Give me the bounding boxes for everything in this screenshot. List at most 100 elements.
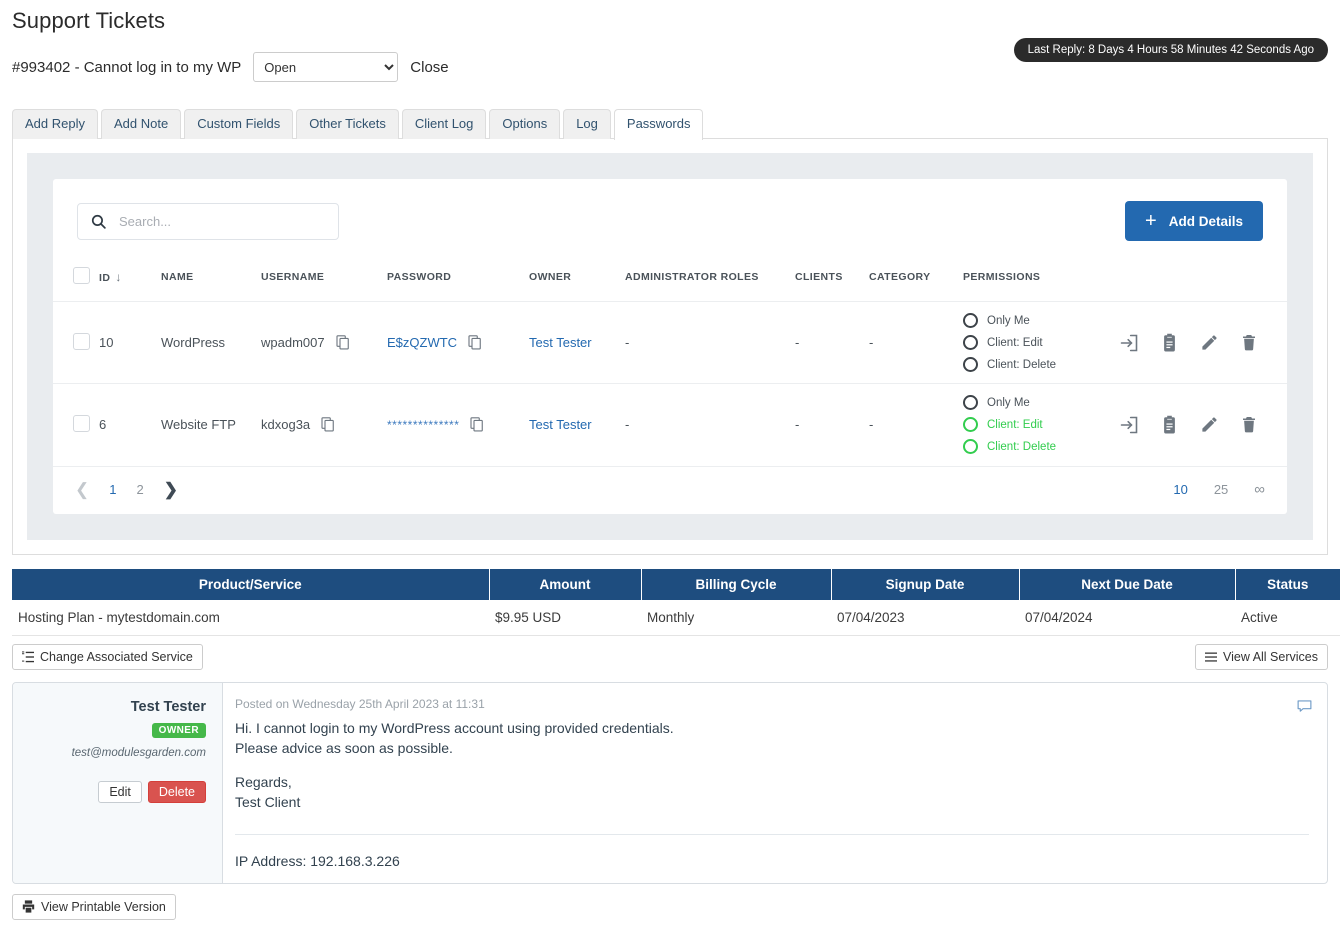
service-header-status: Status xyxy=(1235,568,1340,600)
select-all-checkbox[interactable] xyxy=(73,267,90,284)
header-category[interactable]: CATEGORY xyxy=(865,251,959,302)
header-clients[interactable]: CLIENTS xyxy=(791,251,865,302)
close-ticket-link[interactable]: Close xyxy=(410,59,448,76)
edit-message-button[interactable]: Edit xyxy=(98,780,142,803)
header-administrator-roles[interactable]: ADMINISTRATOR ROLES xyxy=(621,251,791,302)
login-icon[interactable] xyxy=(1119,415,1139,435)
password-value[interactable]: E$zQZWTC xyxy=(387,335,457,350)
copy-username-icon[interactable] xyxy=(321,417,335,432)
page-title: Support Tickets xyxy=(12,8,166,33)
permission-client-edit[interactable]: Client: Edit xyxy=(963,335,1111,350)
search-input[interactable] xyxy=(117,212,326,230)
permission-label: Client: Edit xyxy=(987,418,1043,431)
service-header-signup-date: Signup Date xyxy=(831,568,1020,600)
username-value: wpadm007 xyxy=(261,335,325,350)
permission-only-me[interactable]: Only Me xyxy=(963,313,1111,328)
tab-log[interactable]: Log xyxy=(563,109,611,139)
permission-label: Client: Edit xyxy=(987,336,1043,349)
permission-label: Client: Delete xyxy=(987,358,1057,371)
view-printable-version-label: View Printable Version xyxy=(41,899,166,914)
cell-actions xyxy=(1115,383,1287,466)
cell-id: 10 xyxy=(95,301,157,384)
copy-username-icon[interactable] xyxy=(336,335,350,350)
tab-other-tickets[interactable]: Other Tickets xyxy=(296,109,399,139)
delete-trash-icon[interactable] xyxy=(1240,415,1258,434)
footer-row: View Printable Version xyxy=(12,893,1328,920)
add-details-button[interactable]: + Add Details xyxy=(1125,201,1263,241)
permission-label: Only Me xyxy=(987,314,1030,327)
tab-client-log[interactable]: Client Log xyxy=(401,109,487,139)
list-settings-icon xyxy=(22,650,34,662)
delete-trash-icon[interactable] xyxy=(1240,333,1258,352)
service-signup-date: 07/04/2023 xyxy=(831,599,1019,636)
row-checkbox[interactable] xyxy=(73,414,90,432)
search-box[interactable] xyxy=(77,202,339,240)
header-id[interactable]: ID ↓ xyxy=(95,251,157,302)
cell-clients: - xyxy=(791,383,865,466)
comment-bubble-icon[interactable] xyxy=(1296,697,1313,717)
radio-icon xyxy=(963,417,978,433)
owner-link[interactable]: Test Tester xyxy=(529,335,592,350)
pagination-page-1[interactable]: 1 xyxy=(109,482,116,497)
tab-add-note[interactable]: Add Note xyxy=(100,109,182,139)
service-buttons-row: Change Associated Service View All Servi… xyxy=(12,643,1328,670)
password-value[interactable]: ************** xyxy=(387,418,459,432)
tab-add-reply[interactable]: Add Reply xyxy=(12,109,98,139)
delete-message-button[interactable]: Delete xyxy=(147,780,206,803)
message-ip-address: IP Address: 192.168.3.226 xyxy=(235,833,1309,869)
tab-options[interactable]: Options xyxy=(489,109,561,139)
header-owner[interactable]: OWNER xyxy=(525,251,621,302)
permission-client-delete[interactable]: Client: Delete xyxy=(963,439,1111,455)
cell-password: E$zQZWTC xyxy=(383,301,525,384)
view-all-services-button[interactable]: View All Services xyxy=(1195,643,1328,670)
cell-administrator-roles: - xyxy=(621,301,791,384)
header-password[interactable]: PASSWORD xyxy=(383,251,525,302)
permission-client-delete[interactable]: Client: Delete xyxy=(963,357,1111,372)
username-value: kdxog3a xyxy=(261,417,311,433)
page-size-10[interactable]: 10 xyxy=(1173,482,1187,497)
ticket-status-select[interactable]: Open xyxy=(253,52,399,82)
change-associated-service-button[interactable]: Change Associated Service xyxy=(12,643,203,670)
permission-client-edit[interactable]: Client: Edit xyxy=(963,417,1111,433)
owner-link[interactable]: Test Tester xyxy=(529,417,592,432)
permission-only-me[interactable]: Only Me xyxy=(963,395,1111,411)
login-icon[interactable] xyxy=(1119,333,1139,353)
row-checkbox[interactable] xyxy=(73,332,90,350)
table-header-row: ID ↓ NAME USERNAME PASSWORD OWNER ADMINIS… xyxy=(53,251,1287,302)
edit-pencil-icon[interactable] xyxy=(1200,415,1219,434)
page-size-all[interactable]: ∞ xyxy=(1254,481,1265,498)
service-header-row: Product/Service Amount Billing Cycle Sig… xyxy=(12,568,1340,600)
cell-category: - xyxy=(865,383,959,466)
copy-password-icon[interactable] xyxy=(470,417,484,432)
clipboard-icon[interactable] xyxy=(1160,333,1179,353)
cell-administrator-roles: - xyxy=(621,383,791,466)
cell-actions xyxy=(1115,301,1287,384)
cell-id: 6 xyxy=(95,383,157,466)
header-name[interactable]: NAME xyxy=(157,251,257,302)
clipboard-icon[interactable] xyxy=(1160,415,1179,435)
message-text: Hi. I cannot login to my WordPress accou… xyxy=(235,718,1309,812)
copy-password-icon[interactable] xyxy=(468,335,482,350)
printer-icon xyxy=(22,900,35,913)
header-permissions[interactable]: PERMISSIONS xyxy=(959,251,1115,302)
service-row: Hosting Plan - mytestdomain.com $9.95 US… xyxy=(12,599,1340,636)
tab-passwords[interactable]: Passwords xyxy=(613,109,704,140)
page-size-25[interactable]: 25 xyxy=(1214,482,1228,497)
pagination-next-icon[interactable]: ❯ xyxy=(164,481,178,498)
message-line-4: Test Client xyxy=(235,793,301,810)
message-line-2: Please advice as soon as possible. xyxy=(235,739,453,756)
radio-icon xyxy=(963,439,978,455)
service-status: Active xyxy=(1235,599,1340,636)
message-line-1: Hi. I cannot login to my WordPress accou… xyxy=(235,719,674,736)
select-all-header xyxy=(53,251,95,302)
cell-name: WordPress xyxy=(157,301,257,384)
edit-pencil-icon[interactable] xyxy=(1200,333,1219,352)
permission-label: Only Me xyxy=(987,396,1030,409)
tab-custom-fields[interactable]: Custom Fields xyxy=(184,109,294,139)
view-printable-version-button[interactable]: View Printable Version xyxy=(12,893,176,920)
pagination-page-2[interactable]: 2 xyxy=(136,482,143,497)
header-username[interactable]: USERNAME xyxy=(257,251,383,302)
owner-badge: OWNER xyxy=(151,722,206,738)
pagination-prev-icon[interactable]: ❮ xyxy=(75,481,89,498)
service-header-billing-cycle: Billing Cycle xyxy=(641,568,832,600)
